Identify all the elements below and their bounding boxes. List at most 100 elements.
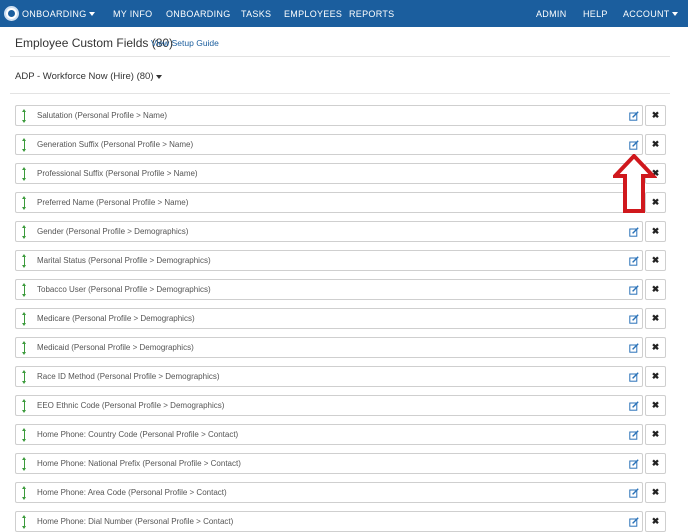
reorder-icon[interactable] — [22, 399, 27, 413]
field-row-box: Salutation (Personal Profile > Name) — [15, 105, 643, 126]
reorder-icon[interactable] — [22, 138, 27, 152]
reorder-icon[interactable] — [22, 341, 27, 355]
reorder-icon[interactable] — [22, 225, 27, 239]
close-icon: ✖ — [651, 313, 660, 323]
reorder-icon[interactable] — [22, 196, 27, 210]
nav-admin[interactable]: ADMIN — [536, 9, 567, 19]
edit-icon[interactable] — [629, 140, 639, 150]
chevron-down-icon — [671, 12, 678, 16]
field-label: Professional Suffix (Personal Profile > … — [37, 169, 198, 178]
delete-button[interactable]: ✖ — [645, 221, 666, 242]
field-row-box: EEO Ethnic Code (Personal Profile > Demo… — [15, 395, 643, 416]
logo-icon — [4, 6, 19, 21]
field-label: Gender (Personal Profile > Demographics) — [37, 227, 189, 236]
delete-button[interactable]: ✖ — [645, 453, 666, 474]
delete-button[interactable]: ✖ — [645, 482, 666, 503]
page-title: Employee Custom Fields (80) — [15, 36, 174, 50]
section-title: ADP - Workforce Now (Hire) (80) — [15, 71, 154, 82]
reorder-icon[interactable] — [22, 428, 27, 442]
delete-button[interactable]: ✖ — [645, 308, 666, 329]
divider — [10, 93, 670, 94]
edit-icon[interactable] — [629, 343, 639, 353]
delete-button[interactable]: ✖ — [645, 366, 666, 387]
edit-icon[interactable] — [629, 372, 639, 382]
delete-button[interactable]: ✖ — [645, 105, 666, 126]
delete-button[interactable]: ✖ — [645, 395, 666, 416]
field-label: Medicaid (Personal Profile > Demographic… — [37, 343, 194, 352]
reorder-icon[interactable] — [22, 254, 27, 268]
list-item: Generation Suffix (Personal Profile > Na… — [15, 134, 666, 155]
edit-icon[interactable] — [629, 459, 639, 469]
field-label: Generation Suffix (Personal Profile > Na… — [37, 140, 194, 149]
nav-account[interactable]: ACCOUNT — [623, 9, 678, 19]
reorder-icon[interactable] — [22, 109, 27, 123]
delete-button[interactable]: ✖ — [645, 250, 666, 271]
nav-onboarding[interactable]: ONBOARDING — [166, 9, 231, 19]
view-setup-guide-link[interactable]: View Setup Guide — [151, 38, 219, 48]
delete-button[interactable]: ✖ — [645, 424, 666, 445]
account-label: ACCOUNT — [623, 9, 670, 19]
reorder-icon[interactable] — [22, 370, 27, 384]
close-icon: ✖ — [651, 458, 660, 468]
close-icon: ✖ — [651, 284, 660, 294]
nav-tasks[interactable]: TASKS — [241, 9, 271, 19]
field-row-box: Tobacco User (Personal Profile > Demogra… — [15, 279, 643, 300]
reorder-icon[interactable] — [22, 457, 27, 471]
field-row-box: Home Phone: Country Code (Personal Profi… — [15, 424, 643, 445]
close-icon: ✖ — [651, 487, 660, 497]
delete-button[interactable]: ✖ — [645, 279, 666, 300]
reorder-icon[interactable] — [22, 486, 27, 500]
field-row-box: Home Phone: Dial Number (Personal Profil… — [15, 511, 643, 532]
field-label: Tobacco User (Personal Profile > Demogra… — [37, 285, 211, 294]
close-icon: ✖ — [651, 226, 660, 236]
nav-help[interactable]: HELP — [583, 9, 608, 19]
field-label: Home Phone: National Prefix (Personal Pr… — [37, 459, 241, 468]
field-label: Medicare (Personal Profile > Demographic… — [37, 314, 195, 323]
edit-icon[interactable] — [629, 488, 639, 498]
edit-icon[interactable] — [629, 285, 639, 295]
list-item: Marital Status (Personal Profile > Demog… — [15, 250, 666, 271]
list-item: Medicaid (Personal Profile > Demographic… — [15, 337, 666, 358]
list-item: Tobacco User (Personal Profile > Demogra… — [15, 279, 666, 300]
list-item: Salutation (Personal Profile > Name) ✖ — [15, 105, 666, 126]
nav-reports[interactable]: REPORTS — [349, 9, 394, 19]
nav-my-info[interactable]: MY INFO — [113, 9, 152, 19]
close-icon: ✖ — [651, 371, 660, 381]
field-label: Salutation (Personal Profile > Name) — [37, 111, 168, 120]
reorder-icon[interactable] — [22, 515, 27, 529]
list-item: Home Phone: Area Code (Personal Profile … — [15, 482, 666, 503]
brand-menu[interactable]: ONBOARDING — [4, 5, 95, 22]
nav-employees[interactable]: EMPLOYEES — [284, 9, 342, 19]
brand-label: ONBOARDING — [22, 8, 87, 19]
edit-icon[interactable] — [629, 430, 639, 440]
edit-icon[interactable] — [629, 227, 639, 237]
list-item: Race ID Method (Personal Profile > Demog… — [15, 366, 666, 387]
chevron-down-icon — [156, 74, 163, 79]
edit-icon[interactable] — [629, 256, 639, 266]
edit-icon[interactable] — [629, 401, 639, 411]
field-label: Race ID Method (Personal Profile > Demog… — [37, 372, 220, 381]
close-icon: ✖ — [651, 516, 660, 526]
close-icon: ✖ — [651, 429, 660, 439]
field-label: EEO Ethnic Code (Personal Profile > Demo… — [37, 401, 225, 410]
edit-icon[interactable] — [629, 314, 639, 324]
list-item: Preferred Name (Personal Profile > Name)… — [15, 192, 666, 213]
field-row-box: Generation Suffix (Personal Profile > Na… — [15, 134, 643, 155]
section-dropdown[interactable]: ADP - Workforce Now (Hire) (80) — [15, 71, 163, 82]
reorder-icon[interactable] — [22, 312, 27, 326]
close-icon: ✖ — [651, 255, 660, 265]
close-icon: ✖ — [651, 400, 660, 410]
field-row-box: Marital Status (Personal Profile > Demog… — [15, 250, 643, 271]
edit-icon[interactable] — [629, 111, 639, 121]
list-item: Professional Suffix (Personal Profile > … — [15, 163, 666, 184]
delete-button[interactable]: ✖ — [645, 511, 666, 532]
list-item: Gender (Personal Profile > Demographics)… — [15, 221, 666, 242]
reorder-icon[interactable] — [22, 167, 27, 181]
field-row-box: Professional Suffix (Personal Profile > … — [15, 163, 643, 184]
delete-button[interactable]: ✖ — [645, 337, 666, 358]
delete-button[interactable]: ✖ — [645, 134, 666, 155]
list-item: Home Phone: Dial Number (Personal Profil… — [15, 511, 666, 532]
close-icon: ✖ — [651, 110, 660, 120]
reorder-icon[interactable] — [22, 283, 27, 297]
edit-icon[interactable] — [629, 517, 639, 527]
